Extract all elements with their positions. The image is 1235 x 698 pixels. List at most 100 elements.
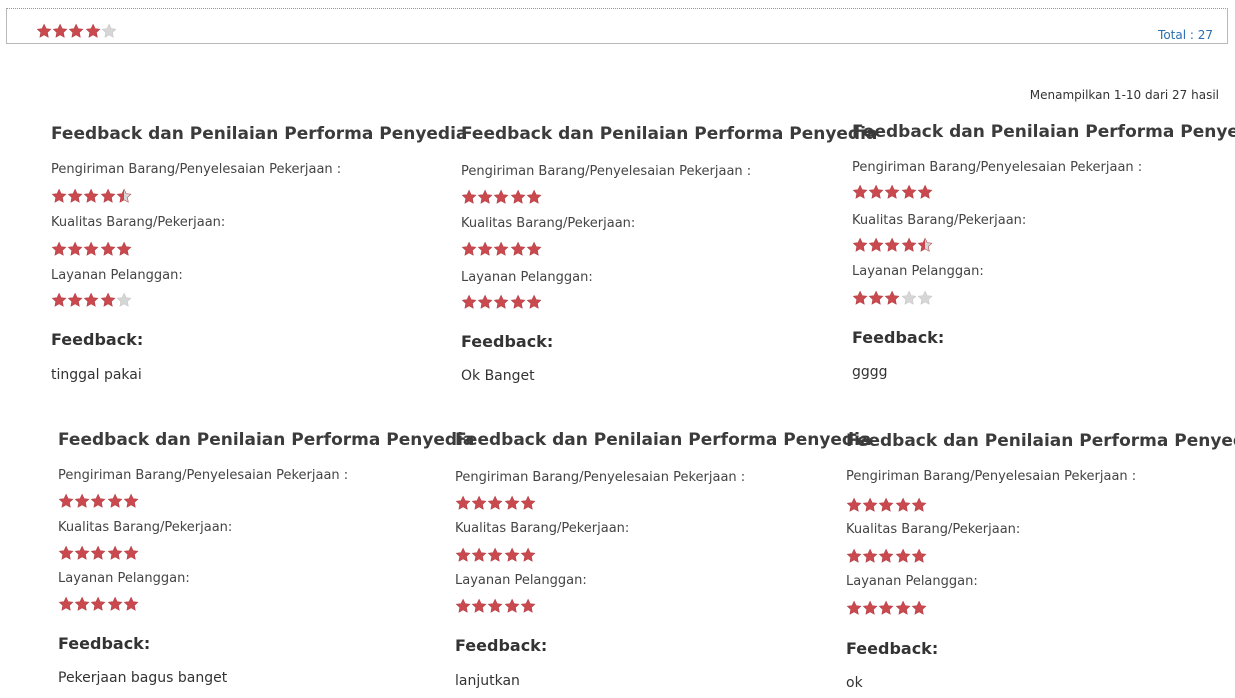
quality-label: Kualitas Barang/Pekerjaan: [51, 215, 226, 230]
star-icon [846, 600, 862, 615]
star-icon [868, 237, 884, 252]
star-icon [477, 241, 493, 256]
star-icon [91, 493, 106, 508]
quality-stars [51, 241, 132, 258]
feedback-label: Feedback: [51, 330, 144, 349]
star-icon [917, 237, 933, 252]
star-icon [52, 23, 68, 38]
quality-label: Kualitas Barang/Pekerjaan: [58, 520, 233, 535]
star-icon [510, 294, 526, 309]
star-icon [471, 598, 487, 613]
star-icon [471, 495, 487, 510]
star-icon [461, 241, 477, 256]
star-icon [911, 497, 927, 512]
feedback-text: lanjutkan [455, 673, 520, 689]
star-icon [123, 596, 139, 611]
star-icon [58, 596, 74, 611]
star-icon [885, 290, 900, 305]
delivery-stars [846, 497, 927, 514]
card-title: Feedback dan Penilaian Performa Penyedia [58, 430, 475, 450]
star-icon [51, 188, 67, 203]
service-stars [852, 290, 933, 307]
star-icon [895, 548, 911, 563]
service-label: Layanan Pelanggan: [455, 573, 587, 588]
delivery-stars [51, 188, 132, 205]
star-icon [494, 189, 509, 204]
star-icon [917, 184, 933, 199]
service-stars [461, 294, 542, 311]
delivery-label: Pengiriman Barang/Penyelesaian Pekerjaan… [852, 160, 1143, 175]
delivery-stars [461, 189, 542, 206]
service-label: Layanan Pelanggan: [846, 574, 978, 589]
star-icon [488, 598, 503, 613]
star-icon [526, 294, 542, 309]
service-label: Layanan Pelanggan: [852, 264, 984, 279]
star-icon [100, 292, 116, 307]
service-label: Layanan Pelanggan: [51, 268, 183, 283]
star-icon [488, 495, 503, 510]
star-icon [846, 497, 862, 512]
service-stars [846, 600, 927, 617]
star-icon [69, 23, 84, 38]
result-summary: Menampilkan 1-10 dari 27 hasil [1029, 88, 1219, 102]
star-icon [901, 237, 917, 252]
star-icon [879, 600, 894, 615]
star-icon [477, 189, 493, 204]
feedback-label: Feedback: [461, 332, 554, 351]
star-icon [74, 545, 90, 560]
star-icon [123, 545, 139, 560]
feedback-text: Ok Banget [461, 368, 535, 384]
star-icon [494, 241, 509, 256]
feedback-label: Feedback: [846, 639, 939, 658]
feedback-label: Feedback: [455, 636, 548, 655]
quality-stars [455, 547, 536, 564]
star-icon [100, 241, 116, 256]
feedback-text: Pekerjaan bagus banget [58, 670, 228, 686]
star-icon [67, 241, 83, 256]
star-icon [868, 184, 884, 199]
card-title: Feedback dan Penilaian Performa Penyedia [455, 430, 872, 450]
service-stars [58, 596, 139, 613]
star-icon [901, 184, 917, 199]
service-label: Layanan Pelanggan: [461, 270, 593, 285]
star-icon [862, 548, 878, 563]
quality-label: Kualitas Barang/Pekerjaan: [455, 521, 630, 536]
star-icon [885, 184, 900, 199]
star-icon [91, 545, 106, 560]
star-icon [116, 292, 132, 307]
star-icon [862, 600, 878, 615]
star-icon [461, 294, 477, 309]
star-icon [51, 292, 67, 307]
quality-stars [58, 545, 139, 562]
delivery-stars [455, 495, 536, 512]
star-icon [74, 493, 90, 508]
star-icon [471, 547, 487, 562]
total-count[interactable]: Total : 27 [1158, 28, 1213, 42]
service-stars [51, 292, 132, 309]
card-title: Feedback dan Penilaian Performa Penyedia [852, 122, 1235, 142]
star-icon [879, 497, 894, 512]
star-icon [504, 547, 520, 562]
card-title: Feedback dan Penilaian Performa Penyedia [461, 124, 878, 144]
star-icon [67, 292, 83, 307]
quality-label: Kualitas Barang/Pekerjaan: [852, 213, 1027, 228]
star-icon [455, 495, 471, 510]
star-icon [36, 23, 52, 38]
star-icon [74, 596, 90, 611]
star-icon [477, 294, 493, 309]
star-icon [911, 548, 927, 563]
star-icon [520, 547, 536, 562]
star-icon [510, 189, 526, 204]
star-icon [455, 547, 471, 562]
star-icon [67, 188, 83, 203]
star-icon [100, 188, 116, 203]
service-label: Layanan Pelanggan: [58, 571, 190, 586]
quality-stars [846, 548, 927, 565]
feedback-text: ok [846, 675, 863, 691]
star-icon [58, 545, 74, 560]
star-icon [116, 188, 132, 203]
star-icon [116, 241, 132, 256]
feedback-label: Feedback: [852, 328, 945, 347]
star-icon [107, 493, 123, 508]
star-icon [504, 598, 520, 613]
